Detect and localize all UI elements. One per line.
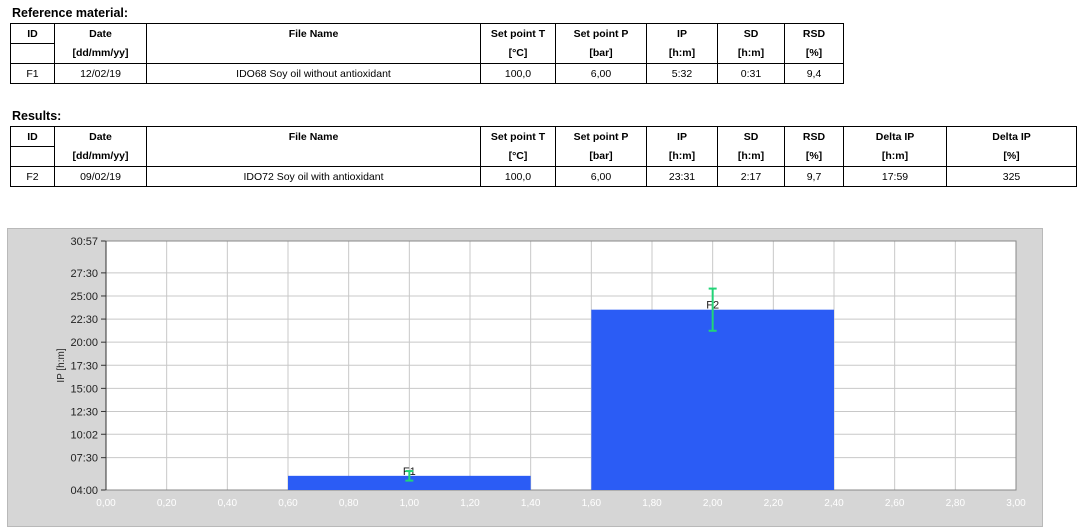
y-tick-label: 22:30 bbox=[70, 314, 98, 326]
reference-column-header: Date bbox=[54, 23, 147, 44]
results-table-cell: 325 bbox=[946, 166, 1077, 187]
reference-table-cell: 12/02/19 bbox=[54, 63, 147, 84]
y-tick-label: 17:30 bbox=[70, 360, 98, 372]
x-tick-label: 1,00 bbox=[400, 498, 420, 509]
results-table-cell: F2 bbox=[10, 166, 55, 187]
results-column-header: Delta IP bbox=[946, 126, 1077, 147]
x-tick-label: 2,80 bbox=[946, 498, 966, 509]
x-tick-label: 2,20 bbox=[764, 498, 784, 509]
x-tick-label: 2,60 bbox=[885, 498, 905, 509]
reference-table-cell: 9,4 bbox=[784, 63, 844, 84]
y-tick-label: 12:30 bbox=[70, 406, 98, 418]
reference-section-title: Reference material: bbox=[12, 6, 129, 20]
reference-table-cell: 0:31 bbox=[717, 63, 785, 84]
results-column-unit: [dd/mm/yy] bbox=[54, 146, 147, 167]
y-tick-label: 30:57 bbox=[70, 236, 98, 248]
results-table-cell: 9,7 bbox=[784, 166, 844, 187]
reference-units-row: [dd/mm/yy] [°C] [bar] [h:m] [h:m] [%] bbox=[10, 43, 844, 64]
reference-column-header: SD bbox=[717, 23, 785, 44]
reference-table-cell: 100,0 bbox=[480, 63, 556, 84]
reference-column-unit bbox=[146, 43, 481, 64]
bar-f2 bbox=[591, 309, 834, 490]
reference-header-row: ID Date File Name Set point T Set point P IP S… bbox=[10, 23, 844, 44]
results-column-header: Set point T bbox=[480, 126, 556, 147]
results-units-row: [dd/mm/yy] [°C] [bar] [h:m] [h:m] [%] [h:m] [%] bbox=[10, 146, 1077, 167]
y-tick-label: 20:00 bbox=[70, 337, 98, 349]
results-column-header: ID bbox=[10, 126, 55, 147]
results-section-title: Results: bbox=[12, 109, 62, 123]
x-tick-label: 1,60 bbox=[582, 498, 602, 509]
reference-column-unit: [h:m] bbox=[646, 43, 718, 64]
reference-column-header: ID bbox=[10, 23, 55, 44]
results-column-unit bbox=[146, 146, 481, 167]
reference-column-header: File Name bbox=[146, 23, 481, 44]
reference-column-header: Set point T bbox=[480, 23, 556, 44]
results-column-unit: [h:m] bbox=[717, 146, 785, 167]
reference-column-unit: [°C] bbox=[480, 43, 556, 64]
reference-column-header: RSD bbox=[784, 23, 844, 44]
results-column-unit: [°C] bbox=[480, 146, 556, 167]
x-tick-label: 0,80 bbox=[339, 498, 359, 509]
results-table-cell: 17:59 bbox=[843, 166, 947, 187]
results-column-unit: [bar] bbox=[555, 146, 647, 167]
x-tick-label: 0,00 bbox=[96, 498, 116, 509]
reference-column-header: IP bbox=[646, 23, 718, 44]
chart-panel: 0,00 0,20 0,40 0,60 0,80 1,00 1,20 1,40 1,60 1,80… bbox=[7, 228, 1043, 527]
reference-column-unit: [%] bbox=[784, 43, 844, 64]
results-table-cell: 09/02/19 bbox=[54, 166, 147, 187]
reference-table-cell: 6,00 bbox=[555, 63, 647, 84]
results-column-unit: [h:m] bbox=[646, 146, 718, 167]
y-tick-label: 04:00 bbox=[70, 485, 98, 497]
results-table-cell: IDO72 Soy oil with antioxidant bbox=[146, 166, 481, 187]
reference-column-header: Set point P bbox=[555, 23, 647, 44]
results-table-cell: 6,00 bbox=[555, 166, 647, 187]
y-tick-label: 25:00 bbox=[70, 291, 98, 303]
reference-column-unit: [bar] bbox=[555, 43, 647, 64]
results-table-cell: 100,0 bbox=[480, 166, 556, 187]
y-axis-title: IP [h:m] bbox=[56, 348, 67, 382]
results-column-header: SD bbox=[717, 126, 785, 147]
results-table: ID Date File Name Set point T Set point P IP S… bbox=[10, 126, 1077, 187]
results-column-header: File Name bbox=[146, 126, 481, 147]
x-tick-label: 2,40 bbox=[824, 498, 844, 509]
x-tick-label: 0,60 bbox=[278, 498, 298, 509]
x-tick-label: 0,40 bbox=[218, 498, 238, 509]
y-tick-label: 10:02 bbox=[70, 429, 98, 441]
reference-column-unit: [dd/mm/yy] bbox=[54, 43, 147, 64]
reference-table-cell: 5:32 bbox=[646, 63, 718, 84]
y-tick-label: 07:30 bbox=[70, 453, 98, 465]
reference-table-row: F1 12/02/19 IDO68 Soy oil without antioxid… bbox=[10, 63, 844, 84]
results-column-unit: [h:m] bbox=[843, 146, 947, 167]
results-column-unit: [%] bbox=[946, 146, 1077, 167]
results-column-header: Date bbox=[54, 126, 147, 147]
results-header-row: ID Date File Name Set point T Set point P IP S… bbox=[10, 126, 1077, 147]
results-column-header: Set point P bbox=[555, 126, 647, 147]
reference-table: ID Date File Name Set point T Set point P IP S… bbox=[10, 23, 844, 84]
y-tick-label: 15:00 bbox=[70, 383, 98, 395]
x-tick-label: 1,40 bbox=[521, 498, 541, 509]
y-tick-label: 27:30 bbox=[70, 268, 98, 280]
reference-column-unit: [h:m] bbox=[717, 43, 785, 64]
x-tick-label: 2,00 bbox=[703, 498, 723, 509]
reference-table-cell: F1 bbox=[10, 63, 55, 84]
reference-table-cell: IDO68 Soy oil without antioxidant bbox=[146, 63, 481, 84]
results-table-row: F2 09/02/19 IDO72 Soy oil with antioxidant… bbox=[10, 166, 1077, 187]
results-column-header: Delta IP bbox=[843, 126, 947, 147]
results-column-unit: [%] bbox=[784, 146, 844, 167]
results-column-header: RSD bbox=[784, 126, 844, 147]
ip-bar-chart: 0,00 0,20 0,40 0,60 0,80 1,00 1,20 1,40 1,60 1,80… bbox=[56, 236, 1026, 509]
x-tick-label: 3,00 bbox=[1006, 498, 1026, 509]
reference-column-unit bbox=[10, 43, 55, 64]
x-tick-label: 1,20 bbox=[460, 498, 480, 509]
results-column-unit bbox=[10, 146, 55, 167]
results-column-header: IP bbox=[646, 126, 718, 147]
x-tick-label: 1,80 bbox=[642, 498, 662, 509]
results-table-cell: 23:31 bbox=[646, 166, 718, 187]
results-table-cell: 2:17 bbox=[717, 166, 785, 187]
x-tick-label: 0,20 bbox=[157, 498, 177, 509]
